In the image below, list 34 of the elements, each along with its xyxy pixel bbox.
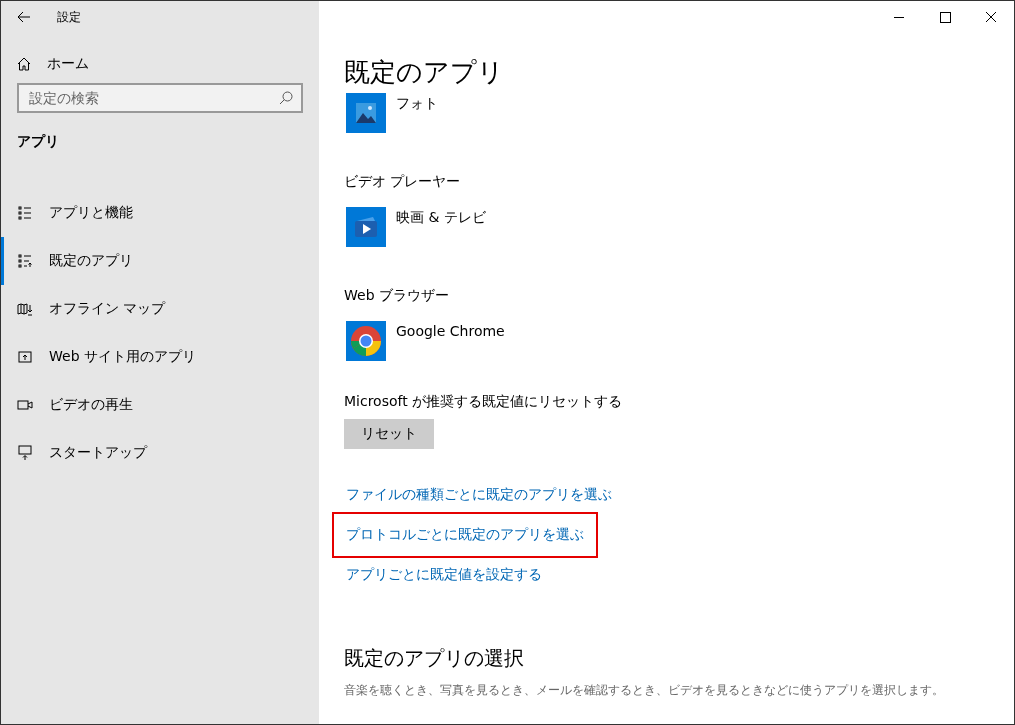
movies-app-icon — [346, 207, 386, 247]
settings-link[interactable]: アプリごとに既定値を設定する — [346, 566, 542, 584]
search-icon — [279, 91, 293, 105]
page-title: 既定のアプリ — [344, 56, 505, 89]
section-heading: アプリ — [16, 132, 60, 151]
monitor-arrow-icon — [17, 445, 33, 461]
chrome-app-icon — [346, 321, 386, 361]
settings-link[interactable]: ファイルの種類ごとに既定のアプリを選ぶ — [346, 486, 612, 504]
section-heading: 既定のアプリの選択 — [344, 645, 525, 672]
sidebar-item[interactable]: ビデオの再生 — [1, 381, 319, 429]
default-app-button[interactable]: 映画 & テレビ — [344, 207, 1014, 247]
reset-button[interactable]: リセット — [344, 419, 434, 449]
list-icon — [17, 206, 33, 220]
section-description: 音楽を聴くとき、写真を見るとき、メールを確認するとき、ビデオを見るときなどに使うアプリを選択します。 — [344, 682, 945, 699]
category-label: Web ブラウザー — [344, 287, 450, 305]
category-label: ビデオ プレーヤー — [344, 173, 462, 191]
home-link[interactable]: ホーム — [1, 33, 319, 73]
map-download-icon — [17, 302, 33, 316]
default-app-button[interactable]: フォト — [344, 93, 1014, 133]
home-icon — [17, 56, 31, 71]
reset-label: Microsoft が推奨する既定値にリセットする — [344, 393, 624, 411]
sidebar-item[interactable]: Web サイト用のアプリ — [1, 333, 319, 381]
sidebar-item[interactable]: アプリと機能 — [1, 189, 319, 237]
default-app-button[interactable]: Google Chrome — [344, 321, 1014, 361]
window-title: 設定 — [57, 8, 81, 26]
sidebar-item[interactable]: 既定のアプリ — [1, 237, 319, 285]
photos-app-icon — [346, 93, 386, 133]
settings-link[interactable]: プロトコルごとに既定のアプリを選ぶ — [346, 526, 584, 544]
back-arrow-icon[interactable] — [17, 11, 31, 23]
video-camera-icon — [17, 400, 33, 410]
sidebar-item[interactable]: オフライン マップ — [1, 285, 319, 333]
list-arrow-icon — [17, 254, 33, 268]
sidebar-item[interactable]: スタートアップ — [1, 429, 319, 477]
search-field[interactable]: 設定の検索 — [17, 83, 303, 113]
